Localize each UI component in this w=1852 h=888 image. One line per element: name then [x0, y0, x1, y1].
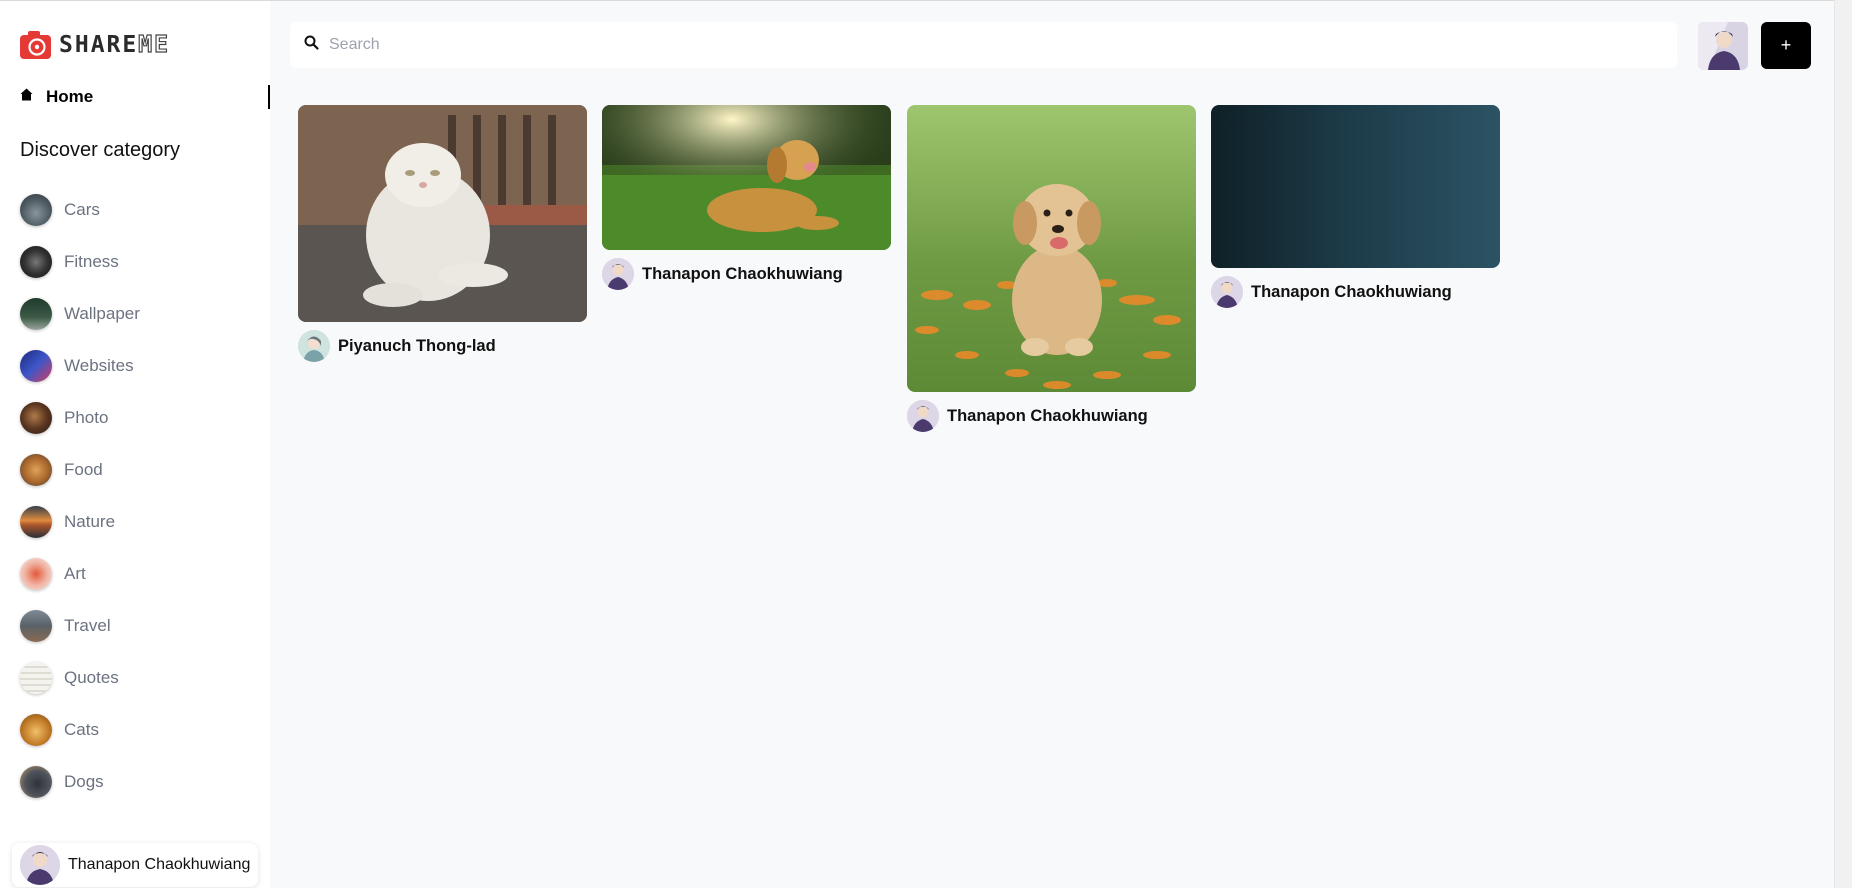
category-thumbnail [20, 298, 52, 330]
sidebar-item-home[interactable]: Home [20, 85, 270, 109]
pin-author-name: Thanapon Chaokhuwiang [642, 264, 843, 283]
pin-author[interactable]: Thanapon Chaokhuwiang [602, 258, 891, 290]
category-label: Quotes [64, 668, 119, 687]
pin-image-gradient[interactable] [1211, 105, 1500, 268]
search-input[interactable] [329, 36, 1629, 54]
category-label: Photo [64, 408, 109, 427]
category-thumbnail [20, 402, 52, 434]
sidebar-item-travel[interactable]: Travel [20, 600, 140, 652]
active-indicator [268, 85, 270, 109]
sidebar-item-websites[interactable]: Websites [20, 340, 140, 392]
pin-author[interactable]: Thanapon Chaokhuwiang [907, 400, 1196, 432]
avatar [1211, 276, 1243, 308]
category-thumbnail [20, 194, 52, 226]
add-pin-button[interactable]: + [1761, 22, 1811, 69]
sidebar-item-wallpaper[interactable]: Wallpaper [20, 288, 140, 340]
sidebar-item-cars[interactable]: Cars [20, 184, 140, 236]
window-top-border [0, 0, 1852, 1]
category-thumbnail [20, 714, 52, 746]
sidebar-item-fitness[interactable]: Fitness [20, 236, 140, 288]
category-label: Wallpaper [64, 304, 140, 323]
category-thumbnail [20, 350, 52, 382]
camera-icon [20, 30, 51, 59]
sidebar-item-cats[interactable]: Cats [20, 704, 140, 756]
pin-author-name: Thanapon Chaokhuwiang [1251, 282, 1452, 301]
category-thumbnail [20, 766, 52, 798]
pin-image-retriever-puppy[interactable] [907, 105, 1196, 392]
category-thumbnail [20, 662, 52, 694]
category-list: Cars Fitness Wallpaper Websites Photo Fo… [20, 184, 140, 808]
category-thumbnail [20, 558, 52, 590]
header-user-avatar[interactable] [1698, 22, 1748, 70]
logo-text: SHAREME [59, 31, 170, 58]
category-label: Food [64, 460, 103, 479]
avatar [298, 330, 330, 362]
avatar [907, 400, 939, 432]
category-label: Art [64, 564, 86, 583]
sidebar-item-food[interactable]: Food [20, 444, 140, 496]
pin-author-name: Thanapon Chaokhuwiang [947, 406, 1148, 425]
sidebar-item-art[interactable]: Art [20, 548, 140, 600]
user-name: Thanapon Chaokhuwiang [68, 856, 251, 873]
sidebar: SHAREME Home Discover category Cars Fitn… [0, 1, 270, 888]
sidebar-item-nature[interactable]: Nature [20, 496, 140, 548]
sidebar-item-home-label: Home [46, 87, 94, 106]
search-icon [304, 35, 319, 55]
pin-card[interactable]: Thanapon Chaokhuwiang [1211, 105, 1500, 308]
logo-text-main: SHARE [59, 31, 139, 58]
sidebar-item-photo[interactable]: Photo [20, 392, 140, 444]
category-label: Fitness [64, 252, 119, 271]
pin-card[interactable]: Thanapon Chaokhuwiang [907, 105, 1196, 432]
pin-author-name: Piyanuch Thong-lad [338, 336, 496, 355]
category-thumbnail [20, 454, 52, 486]
category-thumbnail [20, 506, 52, 538]
home-icon [20, 88, 33, 106]
category-label: Websites [64, 356, 134, 375]
category-label: Dogs [64, 772, 104, 791]
pin-image-golden-retriever[interactable] [602, 105, 891, 250]
avatar [602, 258, 634, 290]
category-thumbnail [20, 610, 52, 642]
pin-image-persian-cat[interactable] [298, 105, 587, 322]
category-thumbnail [20, 246, 52, 278]
sidebar-item-dogs[interactable]: Dogs [20, 756, 140, 808]
sidebar-item-quotes[interactable]: Quotes [20, 652, 140, 704]
category-label: Nature [64, 512, 116, 531]
search-bar [290, 22, 1677, 68]
pin-card[interactable]: Piyanuch Thong-lad [298, 105, 587, 362]
app-logo[interactable]: SHAREME [20, 30, 170, 59]
avatar [20, 845, 60, 885]
vertical-scrollbar[interactable] [1834, 0, 1852, 888]
pin-card[interactable]: Thanapon Chaokhuwiang [602, 105, 891, 290]
logo-text-accent: ME [138, 31, 170, 58]
pin-author[interactable]: Thanapon Chaokhuwiang [1211, 276, 1500, 308]
category-label: Travel [64, 616, 111, 635]
pin-author[interactable]: Piyanuch Thong-lad [298, 330, 587, 362]
user-profile-link[interactable]: Thanapon Chaokhuwiang [12, 843, 258, 887]
category-label: Cars [64, 200, 100, 219]
category-label: Cats [64, 720, 99, 739]
discover-category-heading: Discover category [20, 139, 181, 161]
